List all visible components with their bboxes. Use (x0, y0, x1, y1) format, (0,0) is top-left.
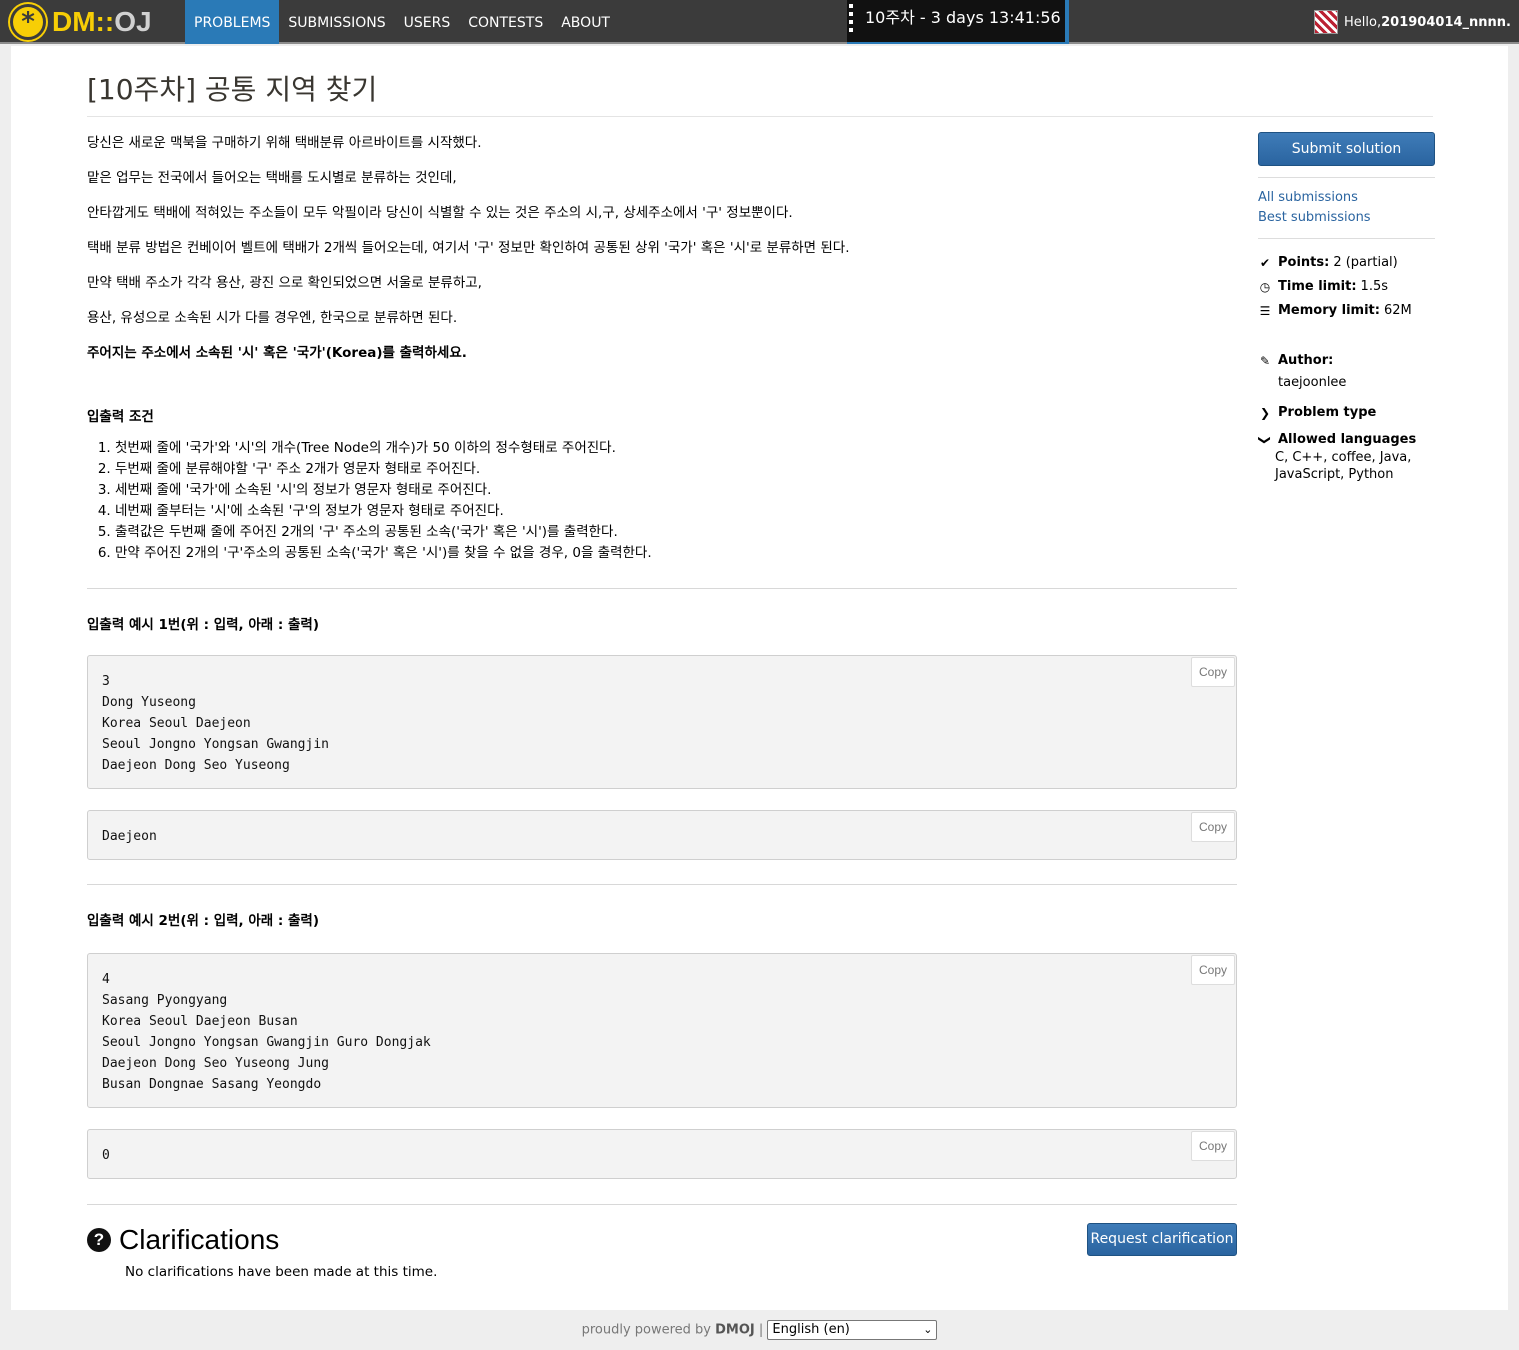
best-submissions-link[interactable]: Best submissions (1258, 208, 1435, 228)
request-clarification-button[interactable]: Request clarification (1087, 1223, 1237, 1256)
code-text: 0 (102, 1148, 110, 1163)
statement-paragraph: 당신은 새로운 맥북을 구매하기 위해 택배분류 아르바이트를 시작했다. (87, 135, 482, 151)
time-limit-label: Time limit: (1278, 279, 1357, 294)
time-limit-value: 1.5s (1360, 279, 1388, 294)
code-text: Daejeon (102, 829, 157, 844)
check-icon: ✔ (1259, 256, 1271, 270)
chevron-down-icon: ⌄ (923, 1323, 933, 1336)
copy-button[interactable]: Copy (1191, 1131, 1235, 1161)
copy-button[interactable]: Copy (1191, 812, 1235, 842)
points-info: ✔ Points: 2 (partial) (1258, 251, 1435, 275)
clock-icon: ◷ (1259, 280, 1271, 294)
problem-type-label: Problem type (1278, 405, 1377, 420)
divider (87, 588, 1237, 589)
points-label: Points: (1278, 255, 1330, 270)
statement-paragraph: 안타깝게도 택배에 적혀있는 주소들이 모두 악필이라 당신이 식별할 수 있는… (87, 205, 793, 221)
author-value[interactable]: taejoonlee (1258, 373, 1435, 393)
nav-item-submissions[interactable]: SUBMISSIONS (279, 0, 394, 44)
language-select[interactable]: English (en) ⌄ (767, 1320, 938, 1340)
problem-statement: 당신은 새로운 맥북을 구매하기 위해 택배분류 아르바이트를 시작했다. 맡은… (87, 134, 1237, 1205)
problem-type-toggle[interactable]: ❯ Problem type (1258, 401, 1435, 425)
top-navbar: * DM:: OJ PROBLEMS SUBMISSIONS USERS CONT… (0, 0, 1519, 44)
star-logo-icon: * (10, 4, 46, 40)
memory-limit-info: ☰ Memory limit: 62M (1258, 299, 1435, 323)
page-title: [10주차] 공통 지역 찾기 (87, 68, 1433, 117)
question-circle-icon: ? (87, 1228, 111, 1252)
copy-button[interactable]: Copy (1191, 955, 1235, 985)
memory-limit-value: 62M (1383, 303, 1412, 318)
example-1-input[interactable]: 3 Dong Yuseong Korea Seoul Daejeon Seoul… (87, 655, 1237, 789)
statement-instruction: 주어지는 주소에서 소속된 '시' 혹은 '국가'(Korea)를 출력하세요. (87, 345, 467, 361)
statement-paragraph: 용산, 유성으로 소속된 시가 다를 경우엔, 한국으로 분류하면 된다. (87, 310, 458, 326)
time-limit-info: ◷ Time limit: 1.5s (1258, 275, 1435, 299)
code-text: 4 Sasang Pyongyang Korea Seoul Daejeon B… (102, 972, 431, 1092)
list-item: 첫번째 줄에 '국가'와 '시'의 개수(Tree Node의 개수)가 50 … (115, 438, 1237, 459)
nav-item-users[interactable]: USERS (395, 0, 460, 44)
logo-text-dm: DM:: (52, 6, 115, 37)
clarifications-heading: ? Clarifications (87, 1224, 279, 1256)
nav-item-about[interactable]: ABOUT (552, 0, 619, 44)
copy-button[interactable]: Copy (1191, 657, 1235, 687)
list-item: 세번째 줄에 '국가'에 소속된 '시'의 정보가 영문자 형태로 주어진다. (115, 480, 1237, 501)
dmoj-link[interactable]: DMOJ (715, 1323, 755, 1338)
nav-menu: PROBLEMS SUBMISSIONS USERS CONTESTS ABOU… (185, 0, 619, 44)
author-info: ✎ Author: (1258, 349, 1435, 373)
edit-icon: ✎ (1259, 354, 1271, 368)
divider (87, 1204, 1237, 1205)
site-logo[interactable]: * DM:: OJ (10, 3, 152, 41)
footer: proudly powered by DMOJ | English (en) ⌄ (0, 1320, 1519, 1350)
points-value: 2 (partial) (1333, 255, 1398, 270)
greeting-text: Hello, (1344, 14, 1382, 30)
page-container: [10주차] 공통 지역 찾기 당신은 새로운 맥북을 구매하기 위해 택배분류… (11, 46, 1508, 1310)
list-item: 네번째 줄부터는 '시'에 소속된 '구'의 정보가 영문자 형태로 주어진다. (115, 501, 1237, 522)
nav-item-problems[interactable]: PROBLEMS (185, 0, 280, 44)
contest-timer[interactable]: 10주차 - 3 days 13:41:56 (847, 0, 1069, 44)
language-select-value: English (en) (772, 1322, 850, 1337)
example-heading-2: 입출력 예시 2번(위 : 입력, 아래 : 출력) (87, 913, 320, 929)
example-heading-1: 입출력 예시 1번(위 : 입력, 아래 : 출력) (87, 617, 320, 633)
problem-sidebar: Submit solution All submissions Best sub… (1258, 132, 1435, 483)
clarifications-empty-text: No clarifications have been made at this… (125, 1264, 438, 1280)
statement-paragraph: 맡은 업무는 전국에서 들어오는 택배를 도시별로 분류하는 것인데, (87, 170, 457, 186)
drag-handle-icon[interactable] (849, 4, 853, 36)
contest-timer-text: 10주차 - 3 days 13:41:56 (865, 8, 1061, 27)
divider (1258, 177, 1435, 178)
list-item: 출력값은 두번째 줄에 주어진 2개의 '구' 주소의 공통된 소속('국가' … (115, 522, 1237, 543)
divider (1258, 238, 1435, 239)
logo-text-oj: OJ (114, 6, 152, 37)
powered-by-text: proudly powered by (581, 1322, 716, 1338)
footer-separator: | (754, 1322, 768, 1338)
allowed-languages-toggle[interactable]: ❯ Allowed languages (1258, 431, 1435, 449)
statement-paragraph: 만약 택배 주소가 각각 용산, 광진 으로 확인되었으면 서울로 분류하고, (87, 275, 482, 291)
clarifications-title: Clarifications (119, 1224, 280, 1255)
chevron-right-icon: ❯ (1259, 406, 1271, 420)
example-1-output[interactable]: Daejeon Copy (87, 810, 1237, 860)
io-conditions-list: 첫번째 줄에 '국가'와 '시'의 개수(Tree Node의 개수)가 50 … (87, 438, 1237, 564)
avatar (1314, 10, 1339, 34)
all-submissions-link[interactable]: All submissions (1258, 188, 1435, 208)
allowed-languages-label: Allowed languages (1278, 432, 1417, 447)
io-conditions-heading: 입출력 조건 (87, 409, 154, 425)
server-icon: ☰ (1259, 304, 1271, 318)
nav-item-contests[interactable]: CONTESTS (459, 0, 552, 44)
memory-limit-label: Memory limit: (1278, 303, 1380, 318)
submit-solution-button[interactable]: Submit solution (1258, 132, 1435, 166)
author-label: Author: (1278, 353, 1334, 368)
chevron-down-icon: ❯ (1258, 434, 1272, 446)
divider (87, 884, 1237, 885)
user-menu[interactable]: Hello, 201904014_nnnn. (1314, 10, 1511, 34)
statement-paragraph: 택배 분류 방법은 컨베이어 벨트에 택배가 2개씩 들어오는데, 여기서 '구… (87, 240, 850, 256)
list-item: 두번째 줄에 분류해야할 '구' 주소 2개가 영문자 형태로 주어진다. (115, 459, 1237, 480)
example-2-output[interactable]: 0 Copy (87, 1129, 1237, 1179)
allowed-languages-value: C, C++, coffee, Java, JavaScript, Python (1275, 450, 1412, 482)
list-item: 만약 주어진 2개의 '구'주소의 공통된 소속('국가' 혹은 '시')를 찾… (115, 543, 1237, 564)
code-text: 3 Dong Yuseong Korea Seoul Daejeon Seoul… (102, 674, 329, 773)
example-2-input[interactable]: 4 Sasang Pyongyang Korea Seoul Daejeon B… (87, 953, 1237, 1108)
username: 201904014_nnnn. (1381, 14, 1511, 30)
